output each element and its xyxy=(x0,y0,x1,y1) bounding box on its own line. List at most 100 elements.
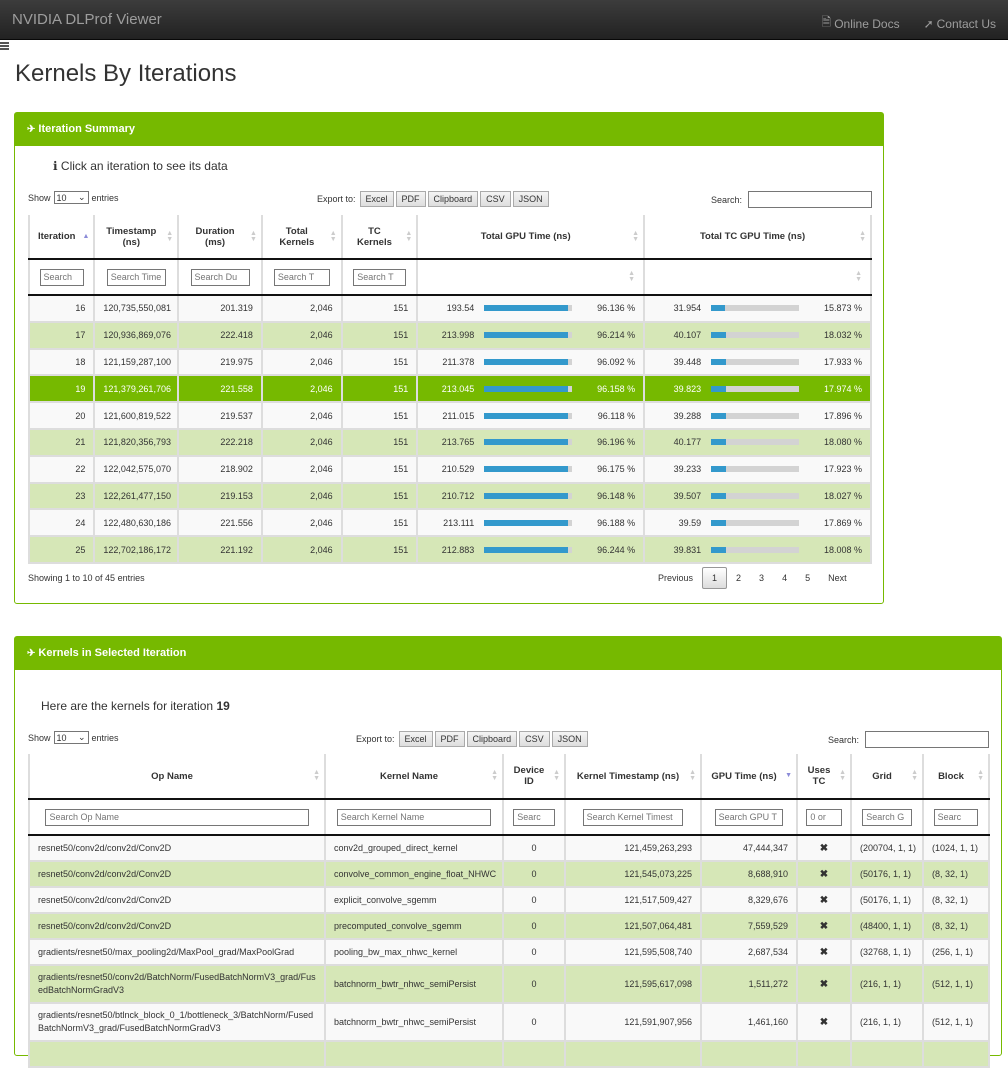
column-header-gpu-time-ns[interactable]: GPU Time (ns) ▼ xyxy=(700,754,798,800)
filter-cell xyxy=(28,799,326,836)
iteration-row[interactable]: 17 120,936,869,076 222.418 2,046 151 213.998 9… xyxy=(27,321,872,350)
export-clipboard-button[interactable]: Clipboard xyxy=(466,731,518,747)
kernel-row[interactable]: resnet50/conv2d/conv2d/Conv2D conv2d_grou… xyxy=(28,835,990,862)
iteration-row[interactable]: 20 121,600,819,522 219.537 2,046 151 211.015 9… xyxy=(27,402,872,430)
column-filter-timestamp-ns[interactable] xyxy=(106,268,166,286)
tc-kernels-cell: 151 xyxy=(340,509,419,538)
pagination-previous[interactable]: Previous xyxy=(649,568,702,588)
kernels-search-input[interactable] xyxy=(865,731,990,748)
pagination-page-2[interactable]: 2 xyxy=(727,568,750,588)
export-csv-button[interactable]: CSV xyxy=(480,191,511,207)
grid-cell: (200704, 1, 1) xyxy=(850,835,924,862)
export-clipboard-button[interactable]: Clipboard xyxy=(427,191,479,207)
column-filter-device-id[interactable] xyxy=(513,808,555,826)
entries-select[interactable]: 10 ⌄ xyxy=(53,191,89,204)
column-header-block[interactable]: Block ▲ ▼ xyxy=(922,754,990,800)
export-excel-button[interactable]: Excel xyxy=(398,731,433,747)
duration-cell: 221.558 xyxy=(177,375,263,404)
export-pdf-button[interactable]: PDF xyxy=(434,731,465,747)
kernel-row[interactable]: gradients/resnet50/btlnck_block_0_1/bott… xyxy=(28,1003,990,1042)
export-pdf-button[interactable]: PDF xyxy=(395,191,426,207)
column-header-device-id[interactable]: Device ID ▲ ▼ xyxy=(502,754,566,800)
search-input[interactable] xyxy=(748,191,873,208)
export-excel-button[interactable]: Excel xyxy=(359,191,394,207)
iteration-row[interactable]: 25 122,702,186,172 221.192 2,046 151 212.883 9… xyxy=(27,536,872,564)
online-docs-link[interactable]: 🗎 Online Docs xyxy=(822,13,900,34)
kernel-row[interactable]: gradients/resnet50/max_pooling2d/MaxPool… xyxy=(28,939,990,966)
app-brand[interactable]: NVIDIA DLProf Viewer xyxy=(12,11,162,28)
column-header-uses-tc[interactable]: Uses TC ▲ ▼ xyxy=(796,754,852,800)
block-text: (256, 1, 1) xyxy=(932,947,974,957)
column-filter-iteration[interactable] xyxy=(39,268,84,286)
show-label: Show xyxy=(28,732,51,743)
gpu-time-value: 211.378 xyxy=(442,356,475,367)
column-header-grid[interactable]: Grid ▲ ▼ xyxy=(850,754,924,800)
pagination-next[interactable]: Next xyxy=(819,568,856,588)
iteration-row[interactable]: 22 122,042,575,070 218.902 2,046 151 210.529 9… xyxy=(27,455,872,484)
column-filter-total-kernels[interactable] xyxy=(273,268,330,286)
column-header-total-kernels[interactable]: Total Kernels ▲ ▼ xyxy=(260,215,343,260)
info-text: Click an iteration to see its data xyxy=(60,159,228,173)
iteration-row[interactable]: 16 120,735,550,081 201.319 2,046 151 193.54 96… xyxy=(27,295,872,323)
iteration-row[interactable]: 21 121,820,356,793 222.218 2,046 151 213.765 9… xyxy=(27,428,872,457)
kernels-entries-select[interactable]: 10 ⌄ xyxy=(53,731,89,744)
column-filter-op-name[interactable] xyxy=(45,808,309,826)
column-header-op-name[interactable]: Op Name ▲ ▼ xyxy=(28,754,326,800)
total-kernels-cell: 2,046 xyxy=(260,348,343,377)
column-filter-kernel-name[interactable] xyxy=(336,808,492,826)
iteration-cell: 16 xyxy=(27,295,96,323)
kernel-row[interactable]: resnet50/conv2d/conv2d/Conv2D precomputed… xyxy=(28,913,990,940)
pagination-page-5[interactable]: 5 xyxy=(796,568,819,588)
column-header-timestamp-ns[interactable]: Timestamp (ns) ▲ ▼ xyxy=(93,215,180,260)
gpu-time-percent: 96.188 % xyxy=(597,517,636,528)
sort-arrows-icon: ▲ ▼ xyxy=(491,769,498,782)
kernel-row[interactable]: gradients/resnet50/conv2d/BatchNorm/Fuse… xyxy=(28,965,990,1004)
export-json-button[interactable]: JSON xyxy=(551,731,588,747)
sidebar-toggle-hamburger-icon[interactable] xyxy=(0,42,10,50)
timestamp-cell: 122,702,186,172 xyxy=(93,536,180,564)
column-filter-tc-kernels[interactable] xyxy=(353,268,406,286)
column-header-kernel-timestamp-ns[interactable]: Kernel Timestamp (ns) ▲ ▼ xyxy=(564,754,702,800)
column-filter-gpu-time-ns[interactable] xyxy=(714,808,784,826)
kernel-timestamp-cell: 121,545,073,225 xyxy=(564,861,702,888)
column-header-iteration[interactable]: Iteration ▲ xyxy=(27,215,96,260)
op-name-cell: gradients/resnet50/btlnck_block_0_1/bott… xyxy=(28,1003,326,1042)
device-id-text: 0 xyxy=(531,869,537,879)
kernel-name-cell: pooling_bw_max_nhwc_kernel xyxy=(324,939,504,966)
pagination-page-1[interactable]: 1 xyxy=(702,567,728,589)
kernels-panel-heading[interactable]: ✈ Kernels in Selected Iteration xyxy=(15,637,1001,670)
iteration-summary-heading[interactable]: ✈ Iteration Summary xyxy=(15,113,883,146)
column-header-total-tc-gpu-time-ns[interactable]: Total TC GPU Time (ns) ▲ ▼ xyxy=(643,215,872,260)
column-filter-uses-tc[interactable] xyxy=(806,808,842,826)
total-kernels-cell: 2,046 xyxy=(260,321,343,350)
iteration-row[interactable]: 18 121,159,287,100 219.975 2,046 151 211.378 9… xyxy=(27,348,872,377)
column-header-tc-kernels[interactable]: TC Kernels ▲ ▼ xyxy=(340,215,419,260)
device-id-cell: 0 xyxy=(502,887,566,914)
kernel-timestamp-text: 121,517,509,427 xyxy=(624,895,692,905)
column-header-total-gpu-time-ns[interactable]: Total GPU Time (ns) ▲ ▼ xyxy=(416,215,646,260)
column-header-kernel-name[interactable]: Kernel Name ▲ ▼ xyxy=(324,754,504,800)
column-filter-grid[interactable] xyxy=(862,808,912,826)
export-json-button[interactable]: JSON xyxy=(512,191,549,207)
gpu-time-value: 211.015 xyxy=(442,410,475,421)
iteration-row[interactable]: 19 121,379,261,706 221.558 2,046 151 213.045 9… xyxy=(27,375,872,404)
kernel-row[interactable]: resnet50/conv2d/conv2d/Conv2D convolve_co… xyxy=(28,861,990,888)
iteration-row[interactable]: 24 122,480,630,186 221.556 2,046 151 213.111 9… xyxy=(27,509,872,538)
op-name-cell: resnet50/conv2d/conv2d/Conv2D xyxy=(28,913,326,940)
iteration-row[interactable]: 23 122,261,477,150 219.153 2,046 151 210.712 9… xyxy=(27,482,872,511)
kernel-row[interactable]: resnet50/conv2d/conv2d/Conv2D explicit_co… xyxy=(28,887,990,914)
kernels-export-toolbar: Export to: Excel PDF Clipboard CSV JSON xyxy=(356,731,588,747)
pagination-page-4[interactable]: 4 xyxy=(773,568,796,588)
contact-us-link[interactable]: ➚ Contact Us xyxy=(924,13,996,34)
uses-tc-icon: ✖ xyxy=(796,913,852,940)
pagination-page-3[interactable]: 3 xyxy=(750,568,773,588)
gpu-time-progress-fill xyxy=(483,385,569,392)
column-filter-duration-ms[interactable] xyxy=(190,268,250,286)
column-header-duration-ms[interactable]: Duration (ms) ▲ ▼ xyxy=(177,215,263,260)
column-filter-block[interactable] xyxy=(933,808,979,826)
gpu-time-text: 8,688,910 xyxy=(747,869,788,879)
grid-text: (48400, 1, 1) xyxy=(860,921,912,931)
export-csv-button[interactable]: CSV xyxy=(519,731,550,747)
block-text: (8, 32, 1) xyxy=(932,869,969,879)
column-filter-kernel-timestamp-ns[interactable] xyxy=(582,808,684,826)
